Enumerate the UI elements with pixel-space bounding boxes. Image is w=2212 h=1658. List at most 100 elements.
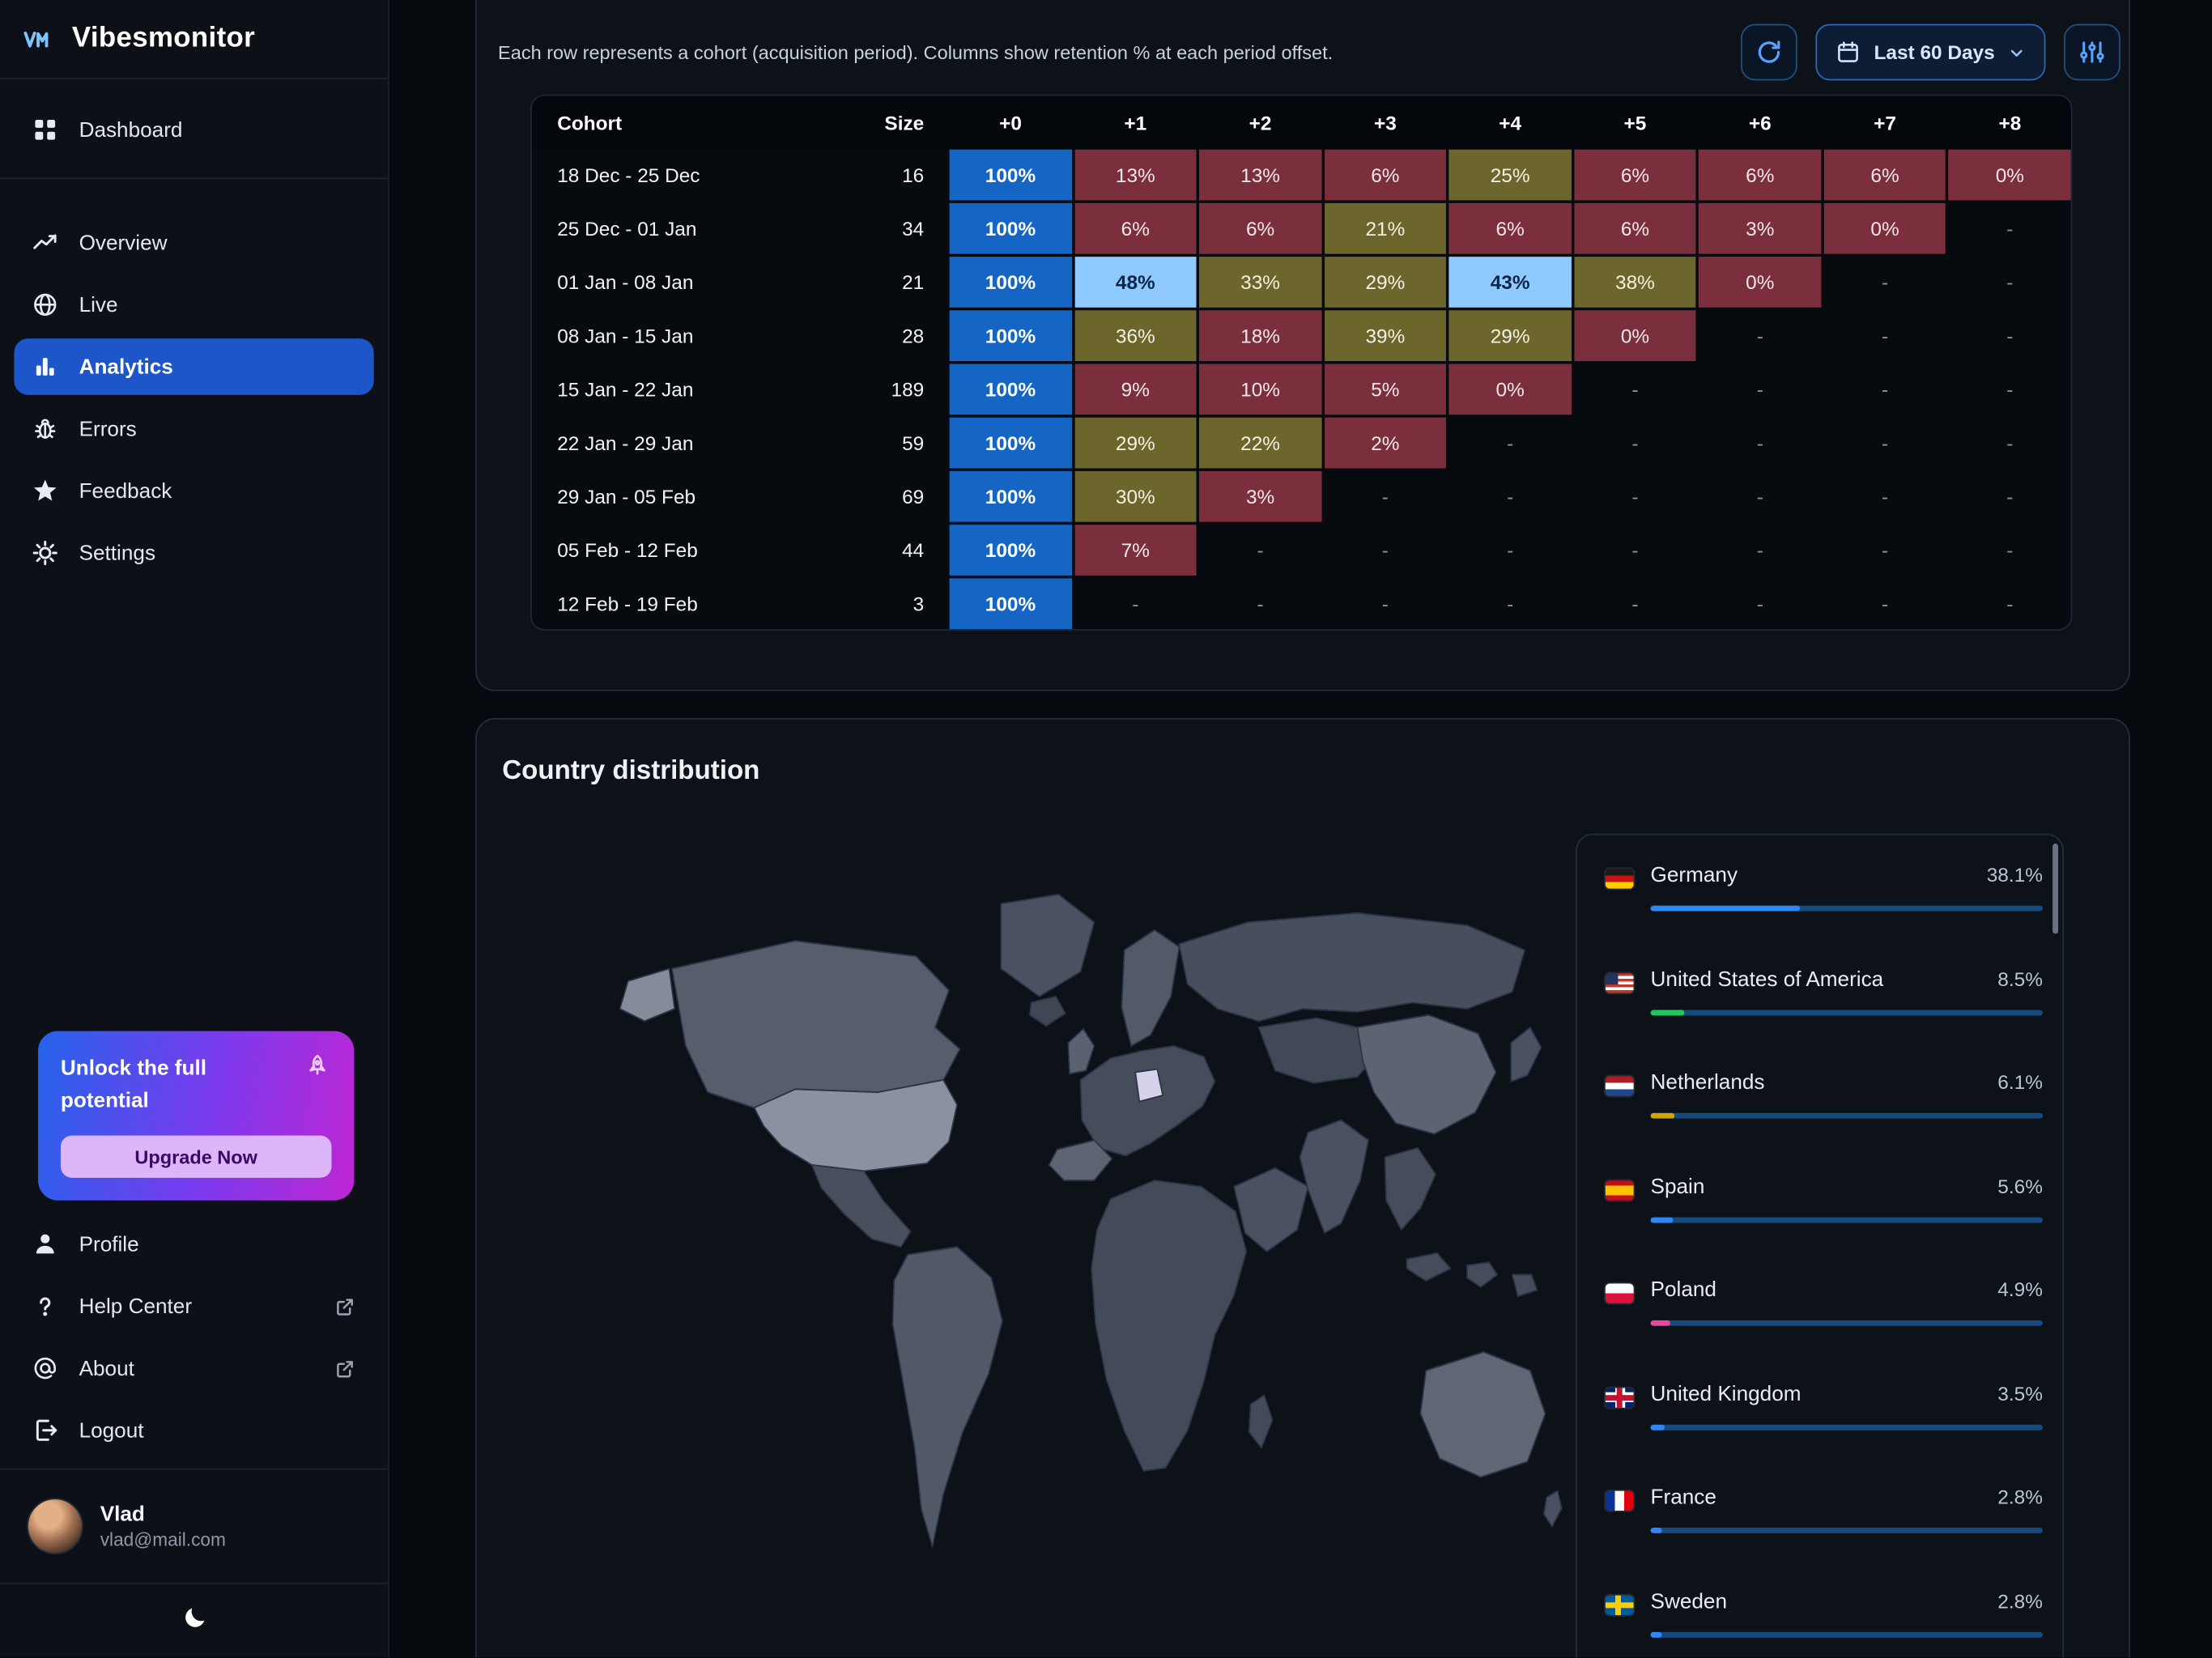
map-country[interactable] [1068,1029,1094,1073]
column-header: Size [842,96,946,149]
sidebar-item-live[interactable]: Live [14,277,373,334]
country-bar [1651,1113,2043,1119]
user-profile[interactable]: Vlad vlad@mail.com [0,1470,388,1583]
sidebar-item-profile[interactable]: Profile [14,1216,373,1273]
retention-cell: - [1949,471,2071,522]
retention-cell: 100% [950,310,1072,361]
retention-cell: 10% [1199,364,1321,415]
column-header: +0 [950,96,1072,149]
map-country[interactable] [1234,1168,1308,1252]
map-country[interactable] [1420,1352,1545,1477]
map-country[interactable] [812,1165,911,1247]
retention-cell: - [1699,310,1821,361]
map-country[interactable] [1121,930,1179,1046]
column-header: +7 [1824,96,1946,149]
user-meta: Vlad vlad@mail.com [100,1503,226,1550]
map-country[interactable] [1001,895,1094,997]
sidebar-item-about[interactable]: About [14,1340,373,1397]
map-country[interactable] [620,968,675,1021]
retention-cell: 43% [1449,257,1572,308]
country-item-body: Spain5.6% [1651,1175,2043,1261]
retention-cell: 0% [1824,203,1946,254]
map-country[interactable] [672,941,960,1107]
map-country[interactable] [1406,1253,1450,1281]
retention-cell: - [1199,578,1321,629]
retention-cell: - [1699,418,1821,469]
map-country[interactable] [1385,1148,1436,1230]
sidebar-item-settings[interactable]: Settings [14,525,373,581]
theme-toggle-button[interactable] [180,1603,208,1639]
es-flag-icon [1606,1180,1634,1199]
main-content: Each row represents a cohort (acquisitio… [389,0,2212,1657]
retention-cell: 6% [1199,203,1321,254]
country-item[interactable]: Sweden2.8% [1606,1572,2043,1657]
retention-cell: 0% [1574,310,1696,361]
country-item[interactable]: Poland4.9% [1606,1261,2043,1365]
table-row: 18 Dec - 25 Dec16100%13%13%6%25%6%6%6%0% [532,150,2071,201]
retention-cell: 6% [1699,150,1821,201]
column-header: +4 [1449,96,1572,149]
map-country[interactable] [1091,1180,1246,1471]
retention-cell: - [1824,418,1946,469]
retention-cell: 100% [950,525,1072,576]
sidebar-item-analytics[interactable]: Analytics [14,338,373,395]
scrollbar-thumb[interactable] [2052,844,2058,934]
cohort-size: 34 [842,203,946,254]
chevron-down-icon [2007,43,2026,62]
globe-icon [31,291,59,319]
upgrade-button[interactable]: Upgrade Now [61,1136,332,1178]
retention-cell: - [1199,525,1321,576]
country-bar [1651,1631,2043,1637]
country-list-panel: Germany38.1%United States of America8.5%… [1576,834,2064,1658]
sidebar-item-label: Errors [79,417,137,441]
map-country[interactable] [1467,1262,1497,1287]
sidebar-item-help-center[interactable]: Help Center [14,1278,373,1335]
map-country[interactable] [1511,1027,1541,1082]
cohort-size: 44 [842,525,946,576]
map-country[interactable] [1300,1120,1368,1233]
map-country[interactable] [1358,1015,1496,1134]
retention-cell: - [1949,310,2071,361]
country-item[interactable]: United States of America8.5% [1606,950,2043,1053]
map-country[interactable] [893,1247,1002,1546]
date-range-selector[interactable]: Last 60 Days [1816,24,2045,81]
map-country-germany[interactable] [1135,1069,1163,1102]
cohort-size: 3 [842,578,946,629]
table-row: 08 Jan - 15 Jan28100%36%18%39%29%0%--- [532,310,2071,361]
country-item[interactable]: France2.8% [1606,1469,2043,1572]
country-item[interactable]: Germany38.1% [1606,846,2043,950]
filter-button[interactable] [2064,24,2121,81]
map-country[interactable] [1512,1274,1537,1296]
retention-cell: 13% [1074,150,1197,201]
sidebar-item-feedback[interactable]: Feedback [14,462,373,519]
cohort-label: 01 Jan - 08 Jan [532,257,840,308]
column-header: +2 [1199,96,1321,149]
retention-cell: - [1449,471,1572,522]
map-country[interactable] [1179,913,1525,1022]
map-country-usa[interactable] [754,1080,957,1171]
sidebar-item-dashboard[interactable]: Dashboard [14,101,373,158]
retention-cell: - [1574,471,1696,522]
refresh-button[interactable] [1742,24,1798,81]
retention-cell: - [1824,310,1946,361]
country-item[interactable]: Spain5.6% [1606,1158,2043,1261]
map-country[interactable] [1030,997,1066,1026]
retention-cell: 2% [1324,418,1446,469]
retention-cell: - [1699,471,1821,522]
sidebar-item-label: Help Center [79,1295,192,1319]
map-country[interactable] [1249,1395,1273,1448]
country-item[interactable]: Netherlands6.1% [1606,1054,2043,1158]
retention-cell: 100% [950,578,1072,629]
map-country[interactable] [1080,1046,1214,1156]
country-item[interactable]: United Kingdom3.5% [1606,1365,2043,1469]
retention-cell: 100% [950,418,1072,469]
country-bar-fill [1651,1113,1675,1119]
cohort-size: 189 [842,364,946,415]
map-country[interactable] [1544,1491,1562,1527]
retention-cell: 3% [1199,471,1321,522]
sidebar-item-logout[interactable]: Logout [14,1402,373,1459]
country-items: Germany38.1%United States of America8.5%… [1577,835,2062,1657]
sidebar-item-overview[interactable]: Overview [14,215,373,271]
sidebar-item-errors[interactable]: Errors [14,401,373,457]
retention-cell: - [1949,578,2071,629]
